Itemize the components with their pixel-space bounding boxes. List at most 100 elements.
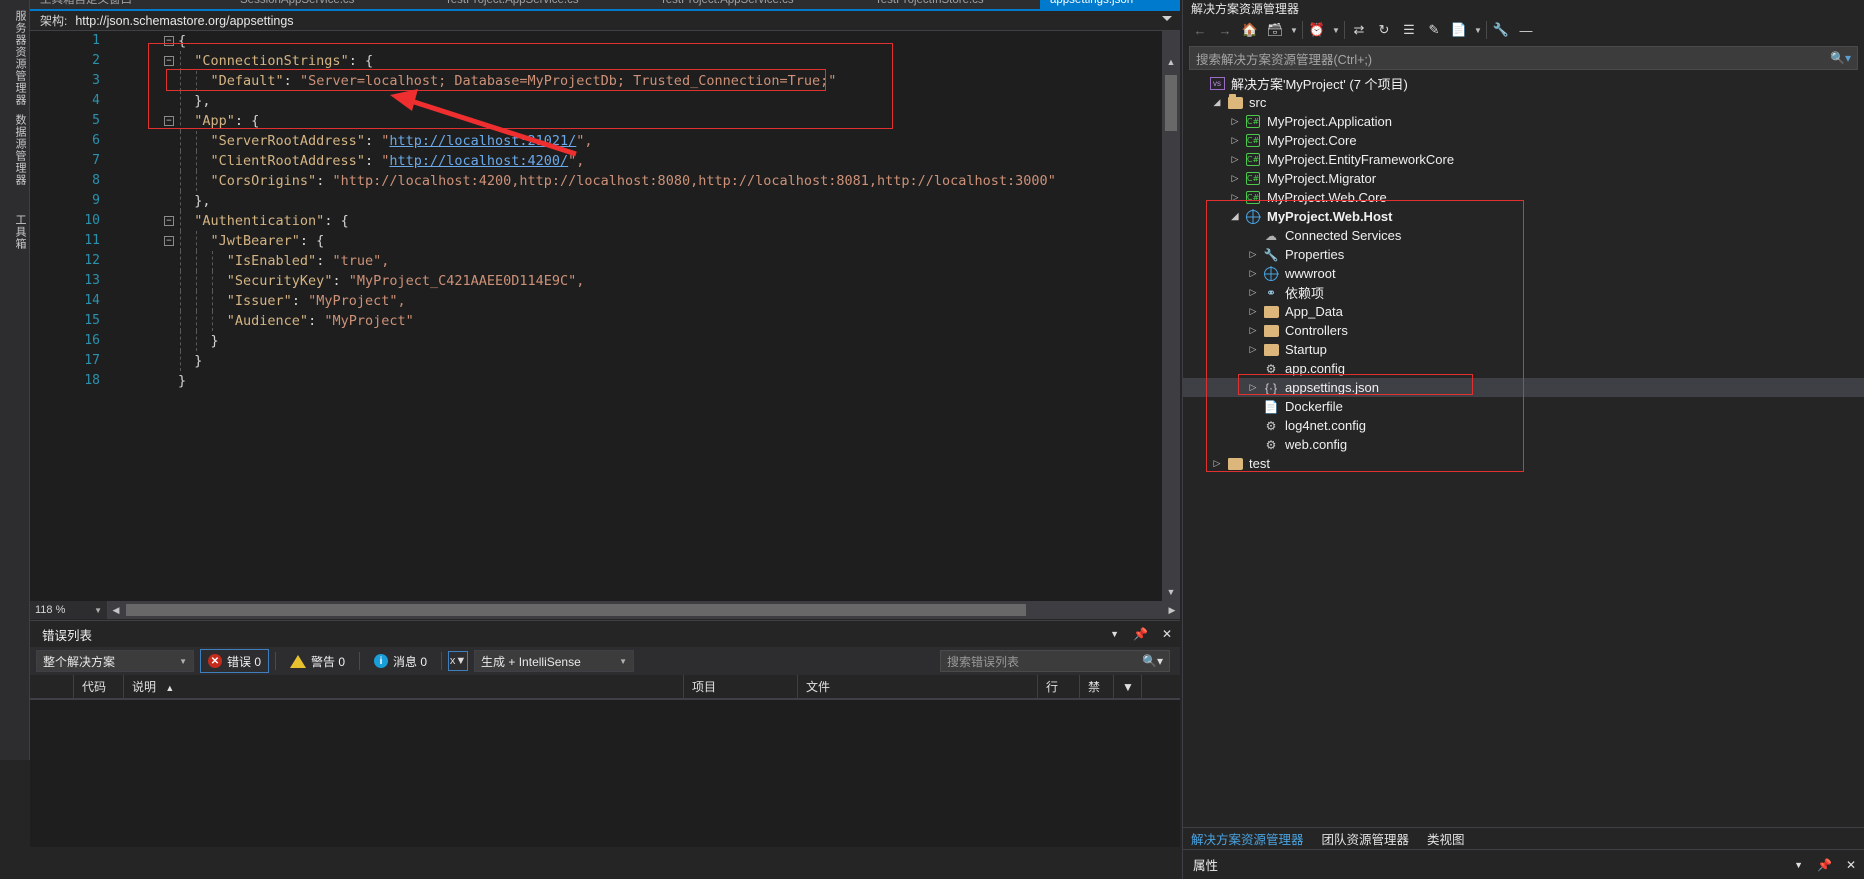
collapse-all-icon[interactable]: ☰: [1398, 19, 1420, 41]
code-lines-container[interactable]: 1−{2− "ConnectionStrings": {3 "Default":…: [30, 31, 1162, 601]
tree-item-wwwroot[interactable]: ▷ wwwroot: [1183, 264, 1864, 283]
chevron-down-icon[interactable]: ▼: [1289, 26, 1299, 35]
code-line[interactable]: 12 "IsEnabled": "true",: [30, 251, 1162, 271]
properties-icon[interactable]: 🔧: [1490, 19, 1512, 41]
code-line[interactable]: 1 −{: [30, 31, 1162, 51]
chevron-down-icon[interactable]: ▼: [94, 606, 102, 615]
tree-item-controllers[interactable]: ▷ Controllers: [1183, 321, 1864, 340]
code-line[interactable]: 2 − "ConnectionStrings": {: [30, 51, 1162, 71]
chevron-right-icon[interactable]: ▷: [1245, 287, 1261, 298]
scroll-left-icon[interactable]: ◀: [108, 601, 124, 619]
code-line[interactable]: 18}: [30, 371, 1162, 391]
forward-icon[interactable]: →: [1214, 19, 1236, 41]
pin-icon[interactable]: 📌: [1133, 627, 1148, 641]
errors-toggle-button[interactable]: ✕ 错误 0: [200, 649, 270, 673]
column-filter-icon[interactable]: ▼: [1114, 674, 1142, 699]
clear-filter-icon[interactable]: x▼: [448, 651, 469, 671]
column-header-file[interactable]: 文件: [798, 674, 1038, 699]
search-icon[interactable]: 🔍▾: [1830, 51, 1851, 65]
tree-item-myproject-application[interactable]: ▷ C# MyProject.Application: [1183, 112, 1864, 131]
tree-item-test[interactable]: ▷ test: [1183, 454, 1864, 473]
panel-menu-icon[interactable]: ▼: [1110, 629, 1119, 639]
chevron-right-icon[interactable]: ▷: [1227, 173, 1243, 184]
editor-horizontal-scrollbar[interactable]: ◀ ▶: [108, 601, 1180, 619]
chevron-right-icon[interactable]: ▷: [1245, 382, 1261, 393]
scroll-up-icon[interactable]: ▲: [1162, 53, 1180, 71]
preview-selected-items-icon[interactable]: 📄: [1448, 19, 1470, 41]
tree-item-myproject-web-host[interactable]: ◢ MyProject.Web.Host: [1183, 207, 1864, 226]
tree-item-startup[interactable]: ▷ Startup: [1183, 340, 1864, 359]
code-line[interactable]: 16 }: [30, 331, 1162, 351]
messages-toggle-button[interactable]: i 消息 0: [366, 649, 435, 673]
code-line[interactable]: 11 − "JwtBearer": {: [30, 231, 1162, 251]
chevron-right-icon[interactable]: ▷: [1245, 249, 1261, 260]
scroll-right-icon[interactable]: ▶: [1164, 601, 1180, 619]
tree-item-[interactable]: ▷ ⚭ 依赖项: [1183, 283, 1864, 302]
tree-item-app-data[interactable]: ▷ App_Data: [1183, 302, 1864, 321]
code-line[interactable]: 4 },: [30, 91, 1162, 111]
tree-item-dockerfile[interactable]: 📄 Dockerfile: [1183, 397, 1864, 416]
column-header-suppress[interactable]: 禁: [1080, 674, 1114, 699]
tree-item-log4net-config[interactable]: ⚙ log4net.config: [1183, 416, 1864, 435]
vertical-scroll-thumb[interactable]: [1165, 75, 1177, 131]
vertical-tab-data-sources[interactable]: 数据源管理器: [2, 110, 28, 190]
chevron-down-icon[interactable]: [1162, 16, 1172, 21]
code-url-link[interactable]: http://localhost:21021/: [389, 133, 576, 149]
chevron-right-icon[interactable]: ▷: [1245, 306, 1261, 317]
tab-team-explorer[interactable]: 团队资源管理器: [1322, 829, 1410, 848]
error-search-box[interactable]: 搜索错误列表 🔍▾: [940, 650, 1170, 672]
code-editor[interactable]: 1−{2− "ConnectionStrings": {3 "Default":…: [30, 31, 1180, 601]
code-url-link[interactable]: http://localhost:4200/: [389, 153, 568, 169]
code-line[interactable]: 3 "Default": "Server=localhost; Database…: [30, 71, 1162, 91]
column-header-blank[interactable]: [30, 674, 74, 699]
chevron-right-icon[interactable]: ▷: [1227, 192, 1243, 203]
schema-url-value[interactable]: http://json.schemastore.org/appsettings: [75, 14, 293, 28]
search-icon[interactable]: 🔍▾: [1142, 654, 1163, 668]
chevron-down-icon[interactable]: ◢: [1227, 211, 1243, 222]
fold-toggle-icon[interactable]: −: [164, 116, 174, 126]
code-line[interactable]: 9 },: [30, 191, 1162, 211]
panel-menu-icon[interactable]: ▼: [1794, 860, 1803, 870]
fold-toggle-icon[interactable]: −: [164, 236, 174, 246]
code-line[interactable]: 14 "Issuer": "MyProject",: [30, 291, 1162, 311]
tab-solution-explorer[interactable]: 解决方案资源管理器: [1191, 829, 1304, 848]
tree-item-myproject-migrator[interactable]: ▷ C# MyProject.Migrator: [1183, 169, 1864, 188]
minimize-icon[interactable]: —: [1515, 19, 1537, 41]
view-code-icon[interactable]: ✎: [1423, 19, 1445, 41]
chevron-right-icon[interactable]: ▷: [1227, 135, 1243, 146]
chevron-right-icon[interactable]: ▷: [1209, 458, 1225, 469]
code-line[interactable]: 17 }: [30, 351, 1162, 371]
chevron-right-icon[interactable]: ▷: [1227, 154, 1243, 165]
tree-item-properties[interactable]: ▷ 🔧 Properties: [1183, 245, 1864, 264]
home-icon[interactable]: 🏠: [1239, 19, 1261, 41]
code-line[interactable]: 13 "SecurityKey": "MyProject_C421AAEE0D1…: [30, 271, 1162, 291]
horizontal-scroll-thumb[interactable]: [126, 604, 1026, 616]
back-icon[interactable]: ←: [1189, 19, 1211, 41]
tree-item-myproject-core[interactable]: ▷ C# MyProject.Core: [1183, 131, 1864, 150]
code-line[interactable]: 10 − "Authentication": {: [30, 211, 1162, 231]
chevron-right-icon[interactable]: ▷: [1245, 268, 1261, 279]
vertical-tab-server-explorer[interactable]: 服务器资源管理器: [2, 6, 28, 110]
vertical-tab-toolbox[interactable]: 工具箱: [2, 210, 28, 254]
chevron-right-icon[interactable]: ▷: [1227, 116, 1243, 127]
build-filter-dropdown[interactable]: 生成 + IntelliSense ▼: [474, 650, 635, 672]
close-icon[interactable]: ✕: [1162, 627, 1172, 641]
warnings-toggle-button[interactable]: 警告 0: [282, 649, 353, 673]
scope-filter-dropdown[interactable]: 整个解决方案 ▼: [36, 650, 194, 672]
tree-item-myproject-7[interactable]: vs 解决方案'MyProject' (7 个项目): [1183, 74, 1864, 93]
chevron-down-icon[interactable]: ▼: [1473, 26, 1483, 35]
code-line[interactable]: 6 "ServerRootAddress": "http://localhost…: [30, 131, 1162, 151]
close-icon[interactable]: ✕: [1846, 858, 1856, 872]
tree-item-app-config[interactable]: ⚙ app.config: [1183, 359, 1864, 378]
tree-item-src[interactable]: ◢ src: [1183, 93, 1864, 112]
zoom-level-selector[interactable]: 118 % ▼: [30, 601, 108, 619]
tab-class-view[interactable]: 类视图: [1427, 829, 1465, 848]
fold-toggle-icon[interactable]: −: [164, 56, 174, 66]
tree-item-web-config[interactable]: ⚙ web.config: [1183, 435, 1864, 454]
show-all-files-icon[interactable]: 🗃: [1264, 19, 1286, 41]
editor-vertical-scrollbar[interactable]: ▲ ▼: [1162, 31, 1180, 601]
fold-toggle-icon[interactable]: −: [164, 36, 174, 46]
error-list-rows[interactable]: [30, 699, 1180, 847]
sync-icon[interactable]: ⇄: [1348, 19, 1370, 41]
column-header-line[interactable]: 行: [1038, 674, 1080, 699]
